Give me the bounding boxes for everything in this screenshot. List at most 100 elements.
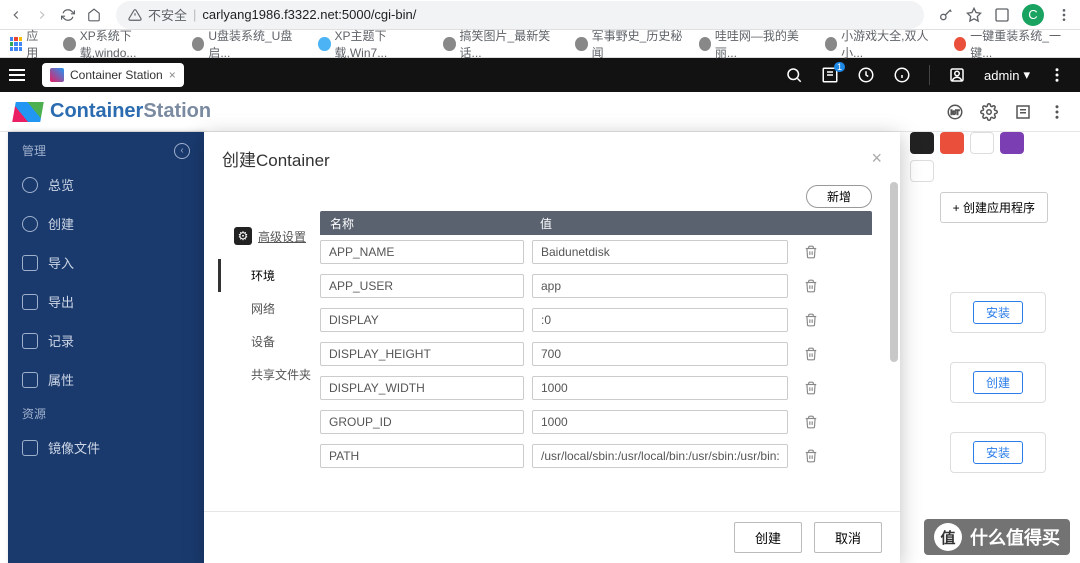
security-label: 不安全 [148, 5, 187, 24]
tasks-icon[interactable]: 1 [821, 66, 839, 84]
create-button[interactable]: 创建 [734, 522, 802, 553]
env-value-input[interactable] [532, 376, 788, 400]
env-name-input[interactable] [320, 342, 524, 366]
calendar-icon [970, 132, 994, 154]
dashboard-icon[interactable] [857, 66, 875, 84]
menu-icon[interactable] [1056, 7, 1072, 23]
home-button[interactable] [86, 7, 102, 23]
user-menu[interactable]: admin ▾ [984, 67, 1030, 83]
add-button[interactable]: 新增 [806, 185, 872, 208]
bookmark-item[interactable]: U盘装系统_U盘启... [192, 27, 302, 61]
modal-tab-device[interactable]: 设备 [218, 325, 314, 358]
tab-title: Container Station [70, 68, 163, 82]
trash-icon[interactable] [804, 449, 818, 463]
env-row [320, 439, 872, 473]
sidebar-item-import[interactable]: 导入 [8, 243, 204, 282]
install-button[interactable]: 安装 [973, 301, 1023, 324]
modal-tab-environment[interactable]: 环境 [218, 259, 314, 292]
info-icon[interactable] [893, 66, 911, 84]
modal-tab-shared-folder[interactable]: 共享文件夹 [218, 358, 314, 391]
extension-icon[interactable] [994, 7, 1010, 23]
warning-icon [128, 8, 142, 22]
bookmark-item[interactable]: 军事野史_历史秘闻 [575, 27, 682, 61]
sidebar: 管理‹ 总览 创建 导入 导出 记录 属性 资源 镜像文件 [8, 132, 204, 563]
app-header: ContainerStation IoT [0, 92, 1080, 132]
app-tile-icon [910, 132, 934, 154]
user-icon[interactable] [948, 66, 966, 84]
watermark: 值 什么值得买 [924, 519, 1070, 555]
qnap-topbar: Container Station × 1 admin ▾ [0, 58, 1080, 92]
sidebar-item-export[interactable]: 导出 [8, 282, 204, 321]
sidebar-item-images[interactable]: 镜像文件 [8, 428, 204, 467]
env-value-input[interactable] [532, 410, 788, 434]
browser-toolbar: 不安全 | carlyang1986.f3322.net:5000/cgi-bi… [0, 0, 1080, 30]
modal-tab-network[interactable]: 网络 [218, 292, 314, 325]
trash-icon[interactable] [804, 313, 818, 327]
sidebar-section-manage: 管理‹ [8, 132, 204, 165]
env-value-input[interactable] [532, 240, 788, 264]
bookmarks-bar: 应用 XP系统下载,windo... U盘装系统_U盘启... XP主题下载,W… [0, 30, 1080, 58]
modal-scrollbar[interactable] [888, 181, 900, 511]
trash-icon[interactable] [804, 381, 818, 395]
bookmark-item[interactable]: 哇哇网—我的美丽... [699, 27, 809, 61]
env-name-input[interactable] [320, 410, 524, 434]
gmail-icon [940, 132, 964, 154]
profile-avatar[interactable]: C [1022, 4, 1044, 26]
env-value-input[interactable] [532, 444, 788, 468]
create-button[interactable]: 创建 [973, 371, 1023, 394]
modal-title: 创建Container [222, 146, 330, 171]
bookmark-item[interactable]: 一键重装系统_一键... [954, 27, 1070, 61]
env-row [320, 371, 872, 405]
bookmark-item[interactable]: 搞笑图片_最新笑话... [443, 27, 559, 61]
gear-icon: ⚙ [234, 227, 252, 245]
close-icon[interactable]: × [871, 148, 882, 169]
collapse-icon[interactable]: ‹ [174, 143, 190, 159]
search-icon[interactable] [785, 66, 803, 84]
star-icon[interactable] [966, 7, 982, 23]
iot-icon[interactable]: IoT [946, 103, 964, 121]
env-name-input[interactable] [320, 444, 524, 468]
create-application-button[interactable]: + 创建应用程序 [940, 192, 1048, 223]
env-name-input[interactable] [320, 376, 524, 400]
address-bar[interactable]: 不安全 | carlyang1986.f3322.net:5000/cgi-bi… [116, 1, 924, 29]
env-row [320, 235, 872, 269]
env-name-input[interactable] [320, 240, 524, 264]
sidebar-item-logs[interactable]: 记录 [8, 321, 204, 360]
window-tab[interactable]: Container Station × [42, 63, 184, 87]
trash-icon[interactable] [804, 279, 818, 293]
env-value-input[interactable] [532, 308, 788, 332]
bookmark-item[interactable]: XP系统下载,windo... [63, 27, 176, 61]
svg-text:IoT: IoT [951, 110, 960, 116]
log-icon[interactable] [1014, 103, 1032, 121]
hamburger-menu[interactable] [0, 58, 34, 92]
app-card: 安装 [950, 292, 1046, 333]
sidebar-item-overview[interactable]: 总览 [8, 165, 204, 204]
install-button[interactable]: 安装 [973, 441, 1023, 464]
back-button[interactable] [8, 7, 24, 23]
badge: 1 [834, 62, 845, 72]
kebab-icon[interactable] [1048, 103, 1066, 121]
sidebar-item-create[interactable]: 创建 [8, 204, 204, 243]
env-value-input[interactable] [532, 274, 788, 298]
trash-icon[interactable] [804, 245, 818, 259]
trash-icon[interactable] [804, 347, 818, 361]
apps-button[interactable]: 应用 [10, 27, 47, 61]
env-name-input[interactable] [320, 308, 524, 332]
more-icon[interactable] [1048, 66, 1066, 84]
key-icon[interactable] [938, 7, 954, 23]
reload-button[interactable] [60, 7, 76, 23]
advanced-settings-header[interactable]: ⚙ 高级设置 [234, 227, 314, 245]
env-value-input[interactable] [532, 342, 788, 366]
watermark-icon: 值 [934, 523, 962, 551]
gear-icon[interactable] [980, 103, 998, 121]
app-title: ContainerStation [50, 100, 211, 123]
trash-icon[interactable] [804, 415, 818, 429]
sidebar-item-preferences[interactable]: 属性 [8, 360, 204, 399]
cancel-button[interactable]: 取消 [814, 522, 882, 553]
close-tab-icon[interactable]: × [169, 68, 176, 82]
env-name-input[interactable] [320, 274, 524, 298]
forward-button[interactable] [34, 7, 50, 23]
bookmark-item[interactable]: 小游戏大全,双人小... [825, 27, 938, 61]
bookmark-item[interactable]: XP主题下载,Win7... [318, 27, 427, 61]
compass-icon [910, 160, 934, 182]
